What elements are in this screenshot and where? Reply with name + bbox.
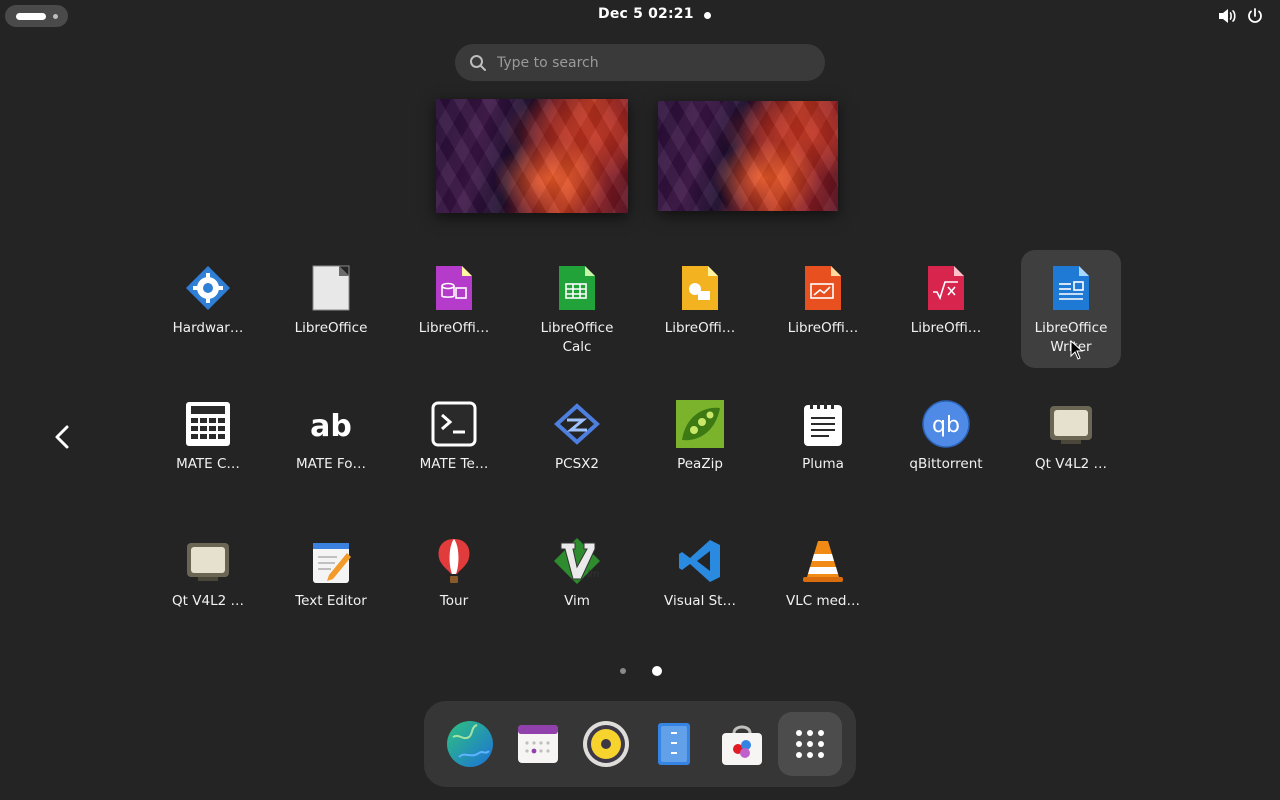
webcam-icon bbox=[1050, 406, 1092, 444]
libreoffice-math-icon bbox=[928, 266, 964, 310]
dock bbox=[424, 701, 856, 787]
page-indicator-1[interactable] bbox=[620, 668, 626, 674]
app-label: Visual St… bbox=[664, 593, 736, 609]
app-libreoffice-math[interactable]: LibreOffi… bbox=[896, 250, 996, 368]
libreoffice-impress-icon bbox=[805, 266, 841, 310]
calendar-icon[interactable] bbox=[513, 719, 563, 769]
vim-icon: im bbox=[554, 538, 600, 584]
app-mate-font-viewer[interactable]: ab MATE Fo… bbox=[281, 386, 381, 504]
app-label: LibreOffi… bbox=[910, 320, 982, 336]
workspace-indicator-inactive bbox=[53, 14, 58, 19]
app-libreoffice-calc[interactable]: LibreOffice Calc bbox=[527, 250, 627, 368]
app-visual-studio-code[interactable]: Visual St… bbox=[650, 523, 750, 641]
libreoffice-base-icon bbox=[436, 266, 472, 310]
app-vlc[interactable]: VLC med… bbox=[773, 523, 873, 641]
app-label: LibreOffice bbox=[294, 320, 368, 336]
search-input[interactable] bbox=[495, 50, 799, 76]
workspace-indicator-active bbox=[16, 13, 46, 20]
peazip-icon bbox=[676, 400, 724, 448]
workspace-thumbnail-2[interactable] bbox=[658, 101, 838, 211]
app-qt-v4l2-2[interactable]: Qt V4L2 … bbox=[158, 523, 258, 641]
app-libreoffice-draw[interactable]: LibreOffi… bbox=[650, 250, 750, 368]
svg-text:im: im bbox=[587, 569, 600, 580]
workspace-thumbnail-1[interactable] bbox=[436, 99, 628, 213]
speaker-icon[interactable] bbox=[581, 719, 631, 769]
svg-text:qb: qb bbox=[932, 413, 960, 438]
app-peazip[interactable]: PeaZip bbox=[650, 386, 750, 504]
app-label: Pluma bbox=[802, 456, 844, 472]
app-label: MATE Te… bbox=[419, 456, 489, 472]
software-store-icon[interactable] bbox=[717, 719, 767, 769]
app-label: MATE Fo… bbox=[296, 456, 366, 472]
app-label: PeaZip bbox=[677, 456, 723, 472]
previous-page-chevron-icon[interactable] bbox=[52, 424, 74, 450]
app-pcsx2[interactable]: PCSX2 bbox=[527, 386, 627, 504]
calculator-icon bbox=[186, 402, 230, 446]
terminal-icon bbox=[431, 401, 477, 447]
app-label: Vim bbox=[564, 593, 590, 609]
app-label: qBittorrent bbox=[909, 456, 983, 472]
app-label: LibreOffice Calc bbox=[540, 320, 614, 355]
activities-button[interactable] bbox=[5, 5, 68, 27]
search-bar[interactable] bbox=[455, 44, 825, 81]
app-label: MATE C… bbox=[176, 456, 240, 472]
app-pluma[interactable]: Pluma bbox=[773, 386, 873, 504]
app-label: Hardwar… bbox=[172, 320, 244, 336]
pluma-notepad-icon bbox=[804, 401, 842, 446]
app-libreoffice[interactable]: LibreOffice bbox=[281, 250, 381, 368]
libreoffice-writer-icon bbox=[1053, 266, 1089, 310]
app-qt-v4l2-1[interactable]: Qt V4L2 … bbox=[1021, 386, 1121, 504]
hardware-gear-icon bbox=[186, 266, 230, 310]
top-bar: Dec 5 02:21 bbox=[0, 0, 1280, 32]
qbittorrent-icon: qb bbox=[922, 400, 970, 448]
app-label: Tour bbox=[439, 593, 469, 609]
app-grid-icon bbox=[796, 730, 824, 758]
notification-dot bbox=[704, 12, 711, 19]
app-mate-calculator[interactable]: MATE C… bbox=[158, 386, 258, 504]
webcam-icon bbox=[187, 543, 229, 581]
vscode-icon bbox=[679, 540, 720, 582]
app-hardware[interactable]: Hardwar… bbox=[158, 250, 258, 368]
app-libreoffice-base[interactable]: LibreOffi… bbox=[404, 250, 504, 368]
libreoffice-draw-icon bbox=[682, 266, 718, 310]
app-text-editor[interactable]: Text Editor bbox=[281, 523, 381, 641]
app-qbittorrent[interactable]: qb qBittorrent bbox=[896, 386, 996, 504]
pcsx2-icon bbox=[554, 403, 600, 445]
app-label: PCSX2 bbox=[555, 456, 599, 472]
globe-icon[interactable] bbox=[445, 719, 495, 769]
page-indicator-2[interactable] bbox=[652, 666, 662, 676]
clock[interactable]: Dec 5 02:21 bbox=[598, 6, 694, 22]
app-label: VLC med… bbox=[786, 593, 860, 609]
app-mate-terminal[interactable]: MATE Te… bbox=[404, 386, 504, 504]
libreoffice-calc-icon bbox=[559, 266, 595, 310]
file-manager-icon[interactable] bbox=[649, 719, 699, 769]
search-icon bbox=[470, 55, 486, 71]
power-icon[interactable] bbox=[1246, 8, 1264, 24]
libreoffice-icon bbox=[312, 265, 350, 311]
app-label: LibreOffi… bbox=[418, 320, 490, 336]
app-label: LibreOffi… bbox=[664, 320, 736, 336]
font-viewer-icon: ab bbox=[310, 409, 352, 444]
app-label: Qt V4L2 … bbox=[1035, 456, 1107, 472]
app-libreoffice-impress[interactable]: LibreOffi… bbox=[773, 250, 873, 368]
vlc-cone-icon bbox=[803, 541, 843, 582]
app-tour[interactable]: Tour bbox=[404, 523, 504, 641]
hot-air-balloon-icon bbox=[438, 539, 470, 583]
show-apps-button[interactable] bbox=[778, 712, 842, 776]
app-vim[interactable]: im Vim bbox=[527, 523, 627, 641]
text-editor-icon bbox=[313, 543, 351, 583]
mouse-pointer-icon bbox=[1070, 340, 1084, 360]
svg-text:ab: ab bbox=[310, 409, 352, 444]
volume-icon[interactable] bbox=[1218, 8, 1236, 24]
app-label: Qt V4L2 … bbox=[172, 593, 244, 609]
app-label: Text Editor bbox=[295, 593, 367, 609]
app-label: LibreOffi… bbox=[787, 320, 859, 336]
